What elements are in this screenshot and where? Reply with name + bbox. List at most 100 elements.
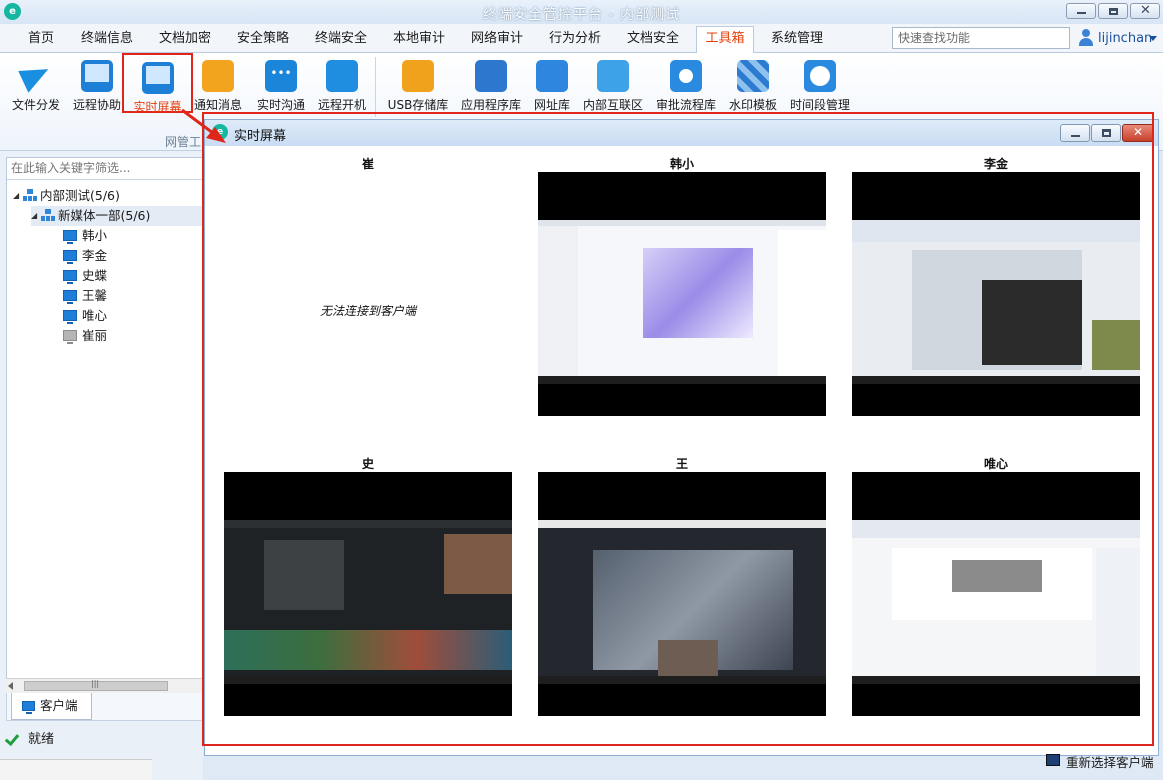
connection-error-message: 无法连接到客户端 [319, 304, 416, 318]
screen-view [852, 172, 1140, 416]
quick-search-input[interactable]: 快速查找功能 [892, 27, 1070, 49]
minimize-button[interactable] [1066, 3, 1096, 19]
tree-client[interactable]: 史蝶 [63, 266, 107, 286]
tree-client[interactable]: 韩小 [63, 226, 107, 246]
screen-tile[interactable]: 唯心 [852, 456, 1140, 716]
computer-icon [63, 290, 77, 304]
tree-client[interactable]: 唯心 [63, 306, 107, 326]
menu-behavior-analysis[interactable]: 行为分析 [543, 29, 607, 53]
user-dropdown-icon[interactable] [1149, 36, 1157, 41]
computer-icon [63, 250, 77, 264]
toolbar-group-label: 网管工 [165, 135, 202, 149]
screen-capture [538, 220, 826, 384]
monitor-icon[interactable] [1046, 754, 1060, 766]
gear-user-icon [670, 60, 702, 92]
globe-icon [536, 60, 568, 92]
screen-capture [852, 520, 1140, 684]
screen-client-name: 崔 [361, 157, 374, 171]
tree-filter-input[interactable]: 在此输入关键字筛选... [7, 158, 202, 180]
tool-remote-boot[interactable]: 远程开机 [312, 53, 372, 115]
screen-view: 无法连接到客户端 [224, 172, 512, 416]
tool-realtime-chat[interactable]: 实时沟通 [251, 53, 311, 115]
user-name[interactable]: lijinchan [1098, 31, 1152, 46]
menu-system-management[interactable]: 系统管理 [765, 29, 829, 53]
screen-tile[interactable]: 李金 [852, 156, 1140, 416]
tool-time-period[interactable]: 时间段管理 [786, 53, 854, 115]
left-panel: 在此输入关键字筛选... ◢ 内部测试(5/6) ◢ 新媒体一部(5/6) 韩小 李… [0, 151, 203, 780]
screen-capture [538, 520, 826, 684]
screen-client-name: 王 [675, 457, 688, 471]
menu-doc-security[interactable]: 文档安全 [621, 29, 685, 53]
mosaic-icon [737, 60, 769, 92]
tool-watermark[interactable]: 水印模板 [725, 53, 781, 115]
window-minimize-button[interactable] [1060, 124, 1090, 142]
window-close-button[interactable] [1122, 124, 1154, 142]
menu-local-audit[interactable]: 本地审计 [387, 29, 451, 53]
tree-client[interactable]: 崔丽 [63, 326, 107, 346]
tool-realtime-screen[interactable]: 实时屏幕 [122, 53, 193, 114]
tree-root[interactable]: ◢ 内部测试(5/6) [13, 186, 120, 206]
tool-remote-assist[interactable]: 远程协助 [68, 53, 126, 115]
window-title-bar: e 实时屏幕 [205, 120, 1158, 146]
screen-tile[interactable]: 崔 无法连接到客户端 [224, 156, 512, 416]
tool-app-library[interactable]: 应用程序库 [457, 53, 525, 115]
org-icon [23, 189, 37, 201]
computer-offline-icon [63, 330, 77, 344]
screen-tile[interactable]: 史 [224, 456, 512, 716]
screen-client-name: 唯心 [983, 457, 1008, 471]
tools-icon [475, 60, 507, 92]
user-icon[interactable] [1079, 29, 1093, 46]
app-logo-icon: e [212, 124, 228, 140]
collapse-icon[interactable]: ◢ [31, 206, 41, 226]
close-button[interactable]: ✕ [1130, 3, 1160, 19]
reselect-client-button[interactable]: 重新选择客户端 [1066, 752, 1154, 771]
menu-network-audit[interactable]: 网络审计 [465, 29, 529, 53]
sync-icon [597, 60, 629, 92]
tool-approval-flow[interactable]: 审批流程库 [652, 53, 720, 115]
panel-tab-bar: 客户端 [6, 693, 203, 721]
remote-power-icon [326, 60, 358, 92]
horizontal-scrollbar[interactable]: ||| [6, 678, 203, 693]
client-tree: 在此输入关键字筛选... ◢ 内部测试(5/6) ◢ 新媒体一部(5/6) 韩小 李… [6, 157, 203, 693]
maximize-button[interactable] [1098, 3, 1128, 19]
menu-security-policy[interactable]: 安全策略 [231, 29, 295, 53]
monitor-search-icon [81, 60, 113, 92]
computer-icon [63, 310, 77, 324]
tool-usb-storage[interactable]: USB存储库 [385, 53, 451, 115]
title-bar: e 终端安全管控平台 - 内部测试 ✕ [0, 0, 1163, 24]
window-maximize-button[interactable] [1091, 124, 1121, 142]
tool-notify-message[interactable]: 通知消息 [188, 53, 248, 115]
scrollbar-thumb[interactable]: ||| [24, 679, 168, 691]
menu-home[interactable]: 首页 [14, 29, 68, 53]
collapse-icon[interactable]: ◢ [13, 186, 23, 206]
tree-client[interactable]: 李金 [63, 246, 107, 266]
screen-client-name: 李金 [983, 157, 1008, 171]
org-icon [41, 209, 55, 221]
computer-icon [22, 701, 35, 714]
scroll-left-icon[interactable] [8, 682, 13, 690]
menu-doc-encrypt[interactable]: 文档加密 [153, 29, 217, 53]
tool-internal-zone[interactable]: 内部互联区 [580, 53, 646, 115]
minimize-icon [1077, 12, 1086, 14]
app-title: 终端安全管控平台 - 内部测试 [483, 7, 680, 23]
paper-plane-icon [20, 60, 52, 92]
screen-view [852, 472, 1140, 716]
screen-tile[interactable]: 韩小 [538, 156, 826, 416]
bell-icon [202, 60, 234, 92]
screen-client-name: 韩小 [669, 157, 694, 171]
menu-terminal-info[interactable]: 终端信息 [75, 29, 139, 53]
chat-bubble-icon [265, 60, 297, 92]
tree-group[interactable]: ◢ 新媒体一部(5/6) [31, 206, 202, 226]
menu-toolbox[interactable]: 工具箱 [696, 26, 754, 54]
tree-client[interactable]: 王馨 [63, 286, 107, 306]
window-title: 实时屏幕 [234, 129, 287, 144]
menu-bar: 首页 终端信息 文档加密 安全策略 终端安全 本地审计 网络审计 行为分析 文档… [0, 24, 1163, 54]
screen-tile[interactable]: 王 [538, 456, 826, 716]
clock-icon [804, 60, 836, 92]
close-icon: ✕ [1140, 3, 1151, 18]
tool-url-library[interactable]: 网址库 [528, 53, 576, 115]
tab-clients[interactable]: 客户端 [11, 693, 92, 720]
tool-file-distribution[interactable]: 文件分发 [6, 53, 66, 115]
menu-terminal-security[interactable]: 终端安全 [309, 29, 373, 53]
usb-icon [402, 60, 434, 92]
